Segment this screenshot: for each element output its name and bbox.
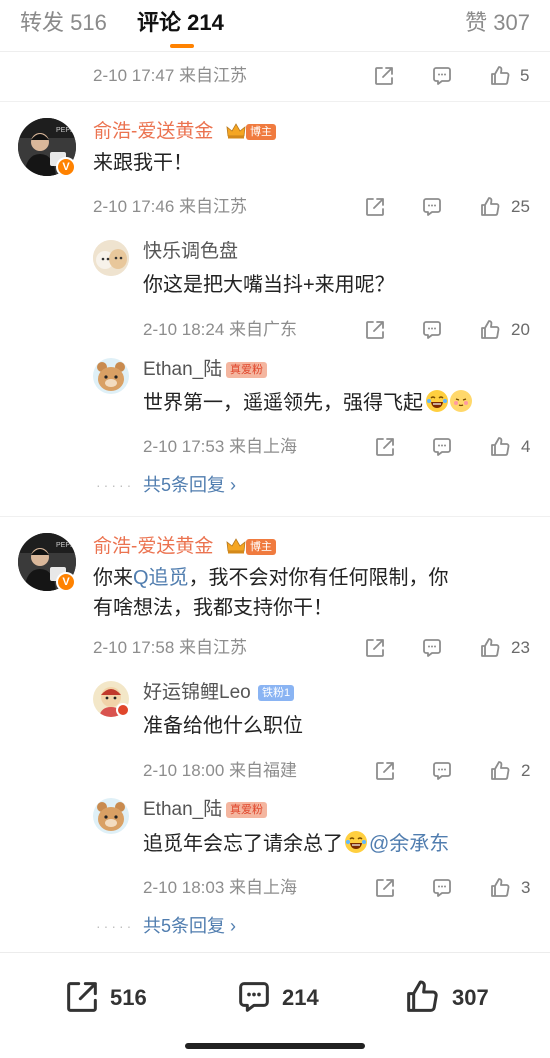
true-fan-tag: 真爱粉 [226, 362, 267, 378]
comment-icon[interactable] [430, 435, 454, 459]
divider [0, 516, 550, 517]
blogger-tag: 博主 [246, 539, 276, 555]
thumbs-up-icon[interactable] [478, 195, 502, 219]
comment-meta: 2-10 17:47 来自江苏 [93, 66, 248, 85]
avatar[interactable] [93, 240, 129, 276]
share-icon[interactable] [363, 318, 387, 342]
home-indicator [185, 1043, 365, 1049]
comment-username[interactable]: 俞浩-爱送黄金 [93, 535, 213, 559]
like-count: 20 [511, 320, 530, 339]
svg-text:PEPE: PEPE [56, 127, 75, 134]
active-tab-indicator [170, 44, 194, 48]
reply-text: 你这是把大嘴当抖+来用呢？ [143, 274, 395, 296]
verified-badge-icon: V [56, 572, 76, 592]
comment-tabs: 转发 516 评论 214 赞 307 [0, 0, 550, 52]
share-icon[interactable] [372, 64, 396, 88]
laughing-emoji-icon [425, 389, 449, 413]
comment-meta: 2-10 17:58 来自江苏 [93, 638, 248, 657]
thumbs-up-icon[interactable] [488, 435, 512, 459]
true-fan-tag: 真爱粉 [226, 802, 267, 818]
comment-text: 你来Q追觅，我不会对你有任何限制，你 有啥想法，我都支持你干！ [93, 567, 449, 619]
tab-repost[interactable]: 转发 516 [20, 8, 107, 38]
like-count: 4 [521, 437, 531, 456]
comment-text: 来跟我干！ [93, 152, 193, 174]
comment-meta: 2-10 17:46 来自江苏 [93, 197, 248, 216]
comment-icon[interactable] [420, 195, 444, 219]
comment-icon[interactable] [234, 977, 274, 1017]
more-replies-link[interactable]: 共5条回复 › [143, 473, 236, 497]
crown-icon [226, 538, 246, 554]
more-replies-link[interactable]: 共5条回复 › [143, 914, 236, 938]
divider [0, 101, 550, 102]
like-count: 2 [521, 761, 531, 780]
reply-meta: 2-10 17:53 来自上海 [143, 437, 298, 456]
thumbs-up-icon[interactable] [478, 318, 502, 342]
reply-meta: 2-10 18:03 来自上海 [143, 878, 298, 897]
like-count: 5 [520, 66, 530, 85]
reply-username[interactable]: 快乐调色盘 [143, 240, 238, 264]
like-count: 3 [521, 878, 531, 897]
comment-icon[interactable] [430, 759, 454, 783]
reply-text: 准备给他什么职位 [143, 715, 303, 737]
thumbs-up-icon[interactable] [488, 876, 512, 900]
topic-link[interactable]: Q追觅 [133, 567, 189, 589]
reply-text: 世界第一，遥遥领先，强得飞起 [143, 388, 473, 418]
verified-badge-icon: V [56, 157, 76, 177]
reply-meta: 2-10 18:24 来自广东 [143, 320, 298, 339]
like-count: 25 [511, 197, 530, 216]
share-icon[interactable] [373, 876, 397, 900]
share-icon[interactable] [373, 435, 397, 459]
thread-dots: ····· [96, 477, 135, 493]
share-icon[interactable] [363, 195, 387, 219]
svg-text:PEPE: PEPE [56, 542, 75, 549]
tab-comment[interactable]: 评论 214 [137, 8, 224, 38]
comment-icon[interactable] [420, 318, 444, 342]
bottom-action-bar: 516 214 307 [0, 952, 550, 1058]
share-icon[interactable] [62, 977, 102, 1017]
repost-count: 516 [110, 985, 147, 1010]
reply-meta: 2-10 18:00 来自福建 [143, 761, 298, 780]
thread-dots: ····· [96, 918, 135, 934]
like-count: 23 [511, 638, 530, 657]
reply-username[interactable]: 好运锦鲤Leo [143, 681, 251, 705]
thumbs-up-icon[interactable] [488, 759, 512, 783]
laughing-emoji-icon [344, 830, 368, 854]
like-count: 307 [452, 985, 489, 1010]
comment-icon[interactable] [420, 636, 444, 660]
user-badge-icon [116, 703, 130, 717]
comment-icon[interactable] [430, 64, 454, 88]
thumbs-up-icon[interactable] [488, 64, 512, 88]
iron-fan-tag: 铁粉1 [258, 685, 295, 701]
reply-username[interactable]: Ethan_陆 [143, 798, 222, 822]
comment-count: 214 [282, 985, 319, 1010]
crown-icon [226, 123, 246, 139]
thumbs-up-icon[interactable] [478, 636, 502, 660]
shy-emoji-icon [449, 389, 473, 413]
comment-username[interactable]: 俞浩-爱送黄金 [93, 120, 213, 144]
reply-username[interactable]: Ethan_陆 [143, 358, 222, 382]
share-icon[interactable] [363, 636, 387, 660]
avatar[interactable] [93, 358, 129, 394]
blogger-tag: 博主 [246, 124, 276, 140]
mention-link[interactable]: @余承东 [369, 833, 449, 855]
comment-icon[interactable] [430, 876, 454, 900]
avatar[interactable] [93, 798, 129, 834]
tab-like[interactable]: 赞 307 [465, 8, 530, 38]
reply-text: 追觅年会忘了请余总了 @余承东 [143, 829, 449, 859]
thumbs-up-icon[interactable] [402, 977, 442, 1017]
share-icon[interactable] [373, 759, 397, 783]
